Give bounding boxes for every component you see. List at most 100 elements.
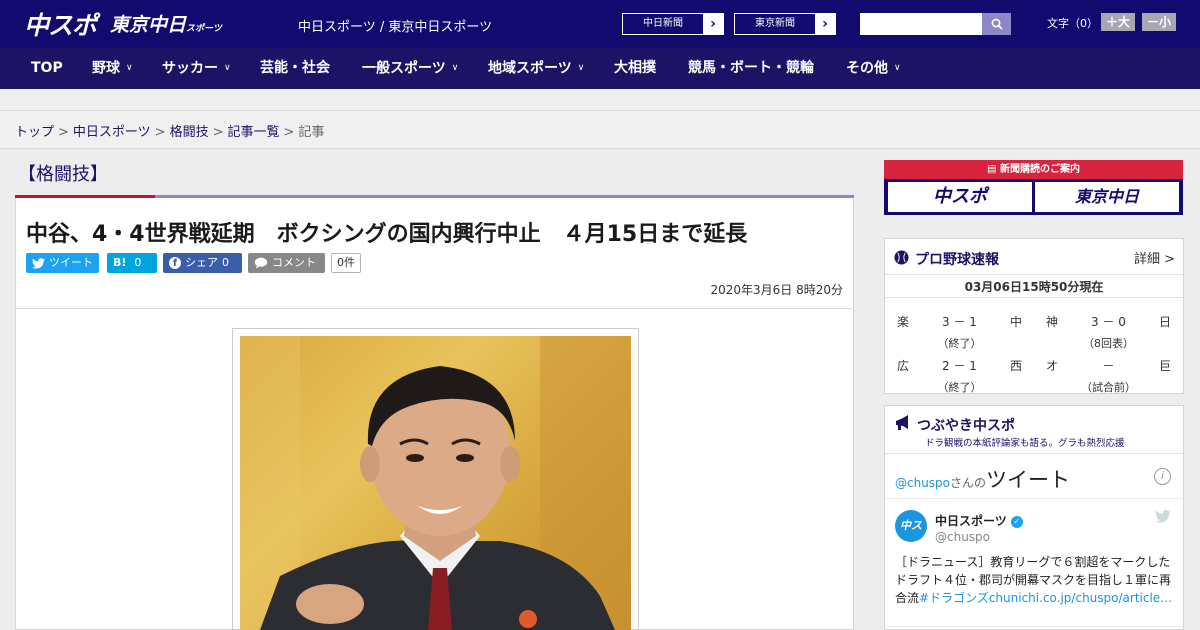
tweet-author-handle[interactable]: @chuspo [935,530,990,544]
nav-item-local-sports[interactable]: 地域スポーツ ∨ [488,48,584,89]
chuspo-logo[interactable]: 中スポ [24,6,97,42]
tokyo-chunichi-logo-text: 東京中日 [110,14,187,36]
subscribe-chuspo-button[interactable]: 中スポ [888,182,1032,212]
twitter-widget-title: つぶやき中スポ [917,418,1015,434]
breadcrumb-bar: トップ > 中日スポーツ > 格闘技 > 記事一覧 > 記事 [0,111,1200,149]
article-photo[interactable] [240,336,631,630]
avatar[interactable]: 中スポ [895,510,927,564]
nav-label: サッカー [162,60,218,77]
article-date: 2020年3月6日 8時20分 [710,283,843,297]
nav-item-soccer[interactable]: サッカー ∨ [162,48,231,89]
comment-count: 0件 [331,253,361,273]
chunichi-shimbun-link[interactable]: 中日新聞 › [622,13,724,35]
font-larger-button[interactable]: ＋大 [1101,13,1136,31]
breadcrumb-combat-sports[interactable]: 格闘技 [170,125,209,140]
breadcrumb-chunichi-sports[interactable]: 中日スポーツ [73,125,151,140]
site-name: 中日スポーツ / 東京中日スポーツ [298,20,493,35]
baseball-detail-link[interactable]: 詳細 > [1134,248,1175,267]
nav-item-racing[interactable]: 競馬・ボート・競輪 [688,48,814,89]
hatena-bookmark-button[interactable]: B! 0 [107,253,157,273]
timeline-heading[interactable]: @chuspoさんのツイート [895,464,1070,494]
baseball-icon [894,250,909,265]
chevron-down-icon: ∨ [224,63,231,73]
tweet-link[interactable]: #ドラゴンズchunichi.co.jp/chuspo/article… [919,591,1172,605]
verified-icon: ✓ [1010,515,1023,528]
timeline-handle: @chuspo [895,476,951,490]
search-button[interactable] [982,13,1011,35]
hatena-count: 0 [134,256,142,269]
tweet-label: ツイート [49,256,93,269]
nav-item-entertainment[interactable]: 芸能・社会 [260,48,330,89]
baseball-update-time: 03月06日15時50分現在 [885,276,1183,298]
game-row[interactable]: 神 3 － 0 日 （8回表） [1034,305,1183,350]
nav-item-sumo[interactable]: 大相撲 [614,48,656,89]
nav-item-other[interactable]: その他 ∨ [846,48,901,89]
subscription-title: ▤ 新聞購読のご案内 [884,160,1183,179]
subscription-banner[interactable]: ▤ 新聞購読のご案内 中スポ 東京中日 [884,160,1183,215]
megaphone-icon [896,415,908,430]
nav-item-baseball[interactable]: 野球 ∨ [92,48,133,89]
game-status: （終了） [937,381,982,394]
info-icon[interactable]: i [1154,468,1171,485]
search-input[interactable] [860,13,982,35]
twitter-widget-header: つぶやき中スポ ドラ観戦の本紙評論家も語る。グラも熱烈応援 [885,406,1183,454]
chevron-down-icon: ∨ [126,63,133,73]
timeline-word: ツイート [986,468,1071,492]
subscription-title-text: 新聞購読のご案内 [999,164,1080,175]
nav-item-top[interactable]: TOP [31,48,63,89]
comment-label: コメント [272,256,316,269]
tweet-author-name[interactable]: 中日スポーツ ✓ [935,512,1023,529]
game-row[interactable]: オ － 巨 （試合前） [1034,349,1183,394]
chevron-down-icon: ∨ [577,63,585,73]
top-header: 中スポ 東京中日スポーツ 中日スポーツ / 東京中日スポーツ 中日新聞 › 東京… [0,0,1200,48]
timeline-divider [885,498,1183,499]
newspaper-icon: ▤ [987,164,1000,175]
team-away: 中 [1009,315,1022,329]
article-divider [16,308,853,309]
breadcrumb-article-list[interactable]: 記事一覧 [228,125,280,140]
nav-item-general-sports[interactable]: 一般スポーツ ∨ [362,48,458,89]
font-size-label: 文字（0） [1047,17,1098,30]
baseball-scores-header: プロ野球速報 詳細 > [885,239,1183,275]
facebook-share-label: シェア [185,256,218,269]
breadcrumb-separator: > [58,125,69,140]
facebook-icon: f [169,257,181,269]
font-smaller-button[interactable]: －小 [1142,13,1177,31]
breadcrumb-top[interactable]: トップ [15,125,54,140]
baseball-scores-widget: プロ野球速報 詳細 > 03月06日15時50分現在 楽 3 － 1 中 （終了… [884,238,1184,394]
tweet-button[interactable]: ツイート [26,253,99,273]
facebook-share-count: 0 [222,256,229,269]
breadcrumb-separator: > [154,125,166,140]
tokyo-shimbun-link[interactable]: 東京新聞 › [734,13,836,35]
chevron-right-icon: › [703,14,723,34]
search-icon [991,18,1003,30]
game-row[interactable]: 楽 3 － 1 中 （終了） [885,305,1034,350]
timeline-suffix: さんの [950,476,987,490]
tokyo-shimbun-label: 東京新聞 [735,14,815,34]
article-category[interactable]: 【格闘技】 [18,160,108,186]
twitter-widget: つぶやき中スポ ドラ観戦の本紙評論家も語る。グラも熱烈応援 @chuspoさんの… [884,405,1184,630]
nav-label: 芸能・社会 [260,60,330,76]
twitter-bird-icon [32,257,45,269]
subscribe-tokyo-chunichi-button[interactable]: 東京中日 [1035,182,1179,212]
twitter-bird-icon[interactable] [1155,510,1171,523]
breadcrumb-separator: > [283,125,295,140]
nav-label: TOP [31,60,63,76]
breadcrumb: トップ > 中日スポーツ > 格闘技 > 記事一覧 > 記事 [15,121,324,140]
boxer-portrait-illustration [240,336,631,630]
team-away: 日 [1158,315,1171,329]
twitter-widget-subtitle: ドラ観戦の本紙評論家も語る。グラも熱烈応援 [925,438,1125,449]
tokyo-chunichi-logo-small: スポーツ [186,24,222,34]
comment-button[interactable]: コメント [248,253,325,273]
game-row[interactable]: 広 2 － 1 西 （終了） [885,349,1034,394]
nav-label: 競馬・ボート・競輪 [688,60,814,76]
chevron-down-icon: ∨ [894,63,901,73]
hatena-icon: B! [113,256,127,269]
facebook-share-button[interactable]: f シェア 0 [163,253,242,273]
chevron-down-icon: ∨ [451,63,459,73]
nav-label: 一般スポーツ [362,60,446,77]
tokyo-chunichi-logo[interactable]: 東京中日スポーツ [110,10,222,37]
sub-nav-strip [0,89,1200,111]
tweet-divider [885,626,1183,627]
nav-label: 地域スポーツ [488,60,572,77]
